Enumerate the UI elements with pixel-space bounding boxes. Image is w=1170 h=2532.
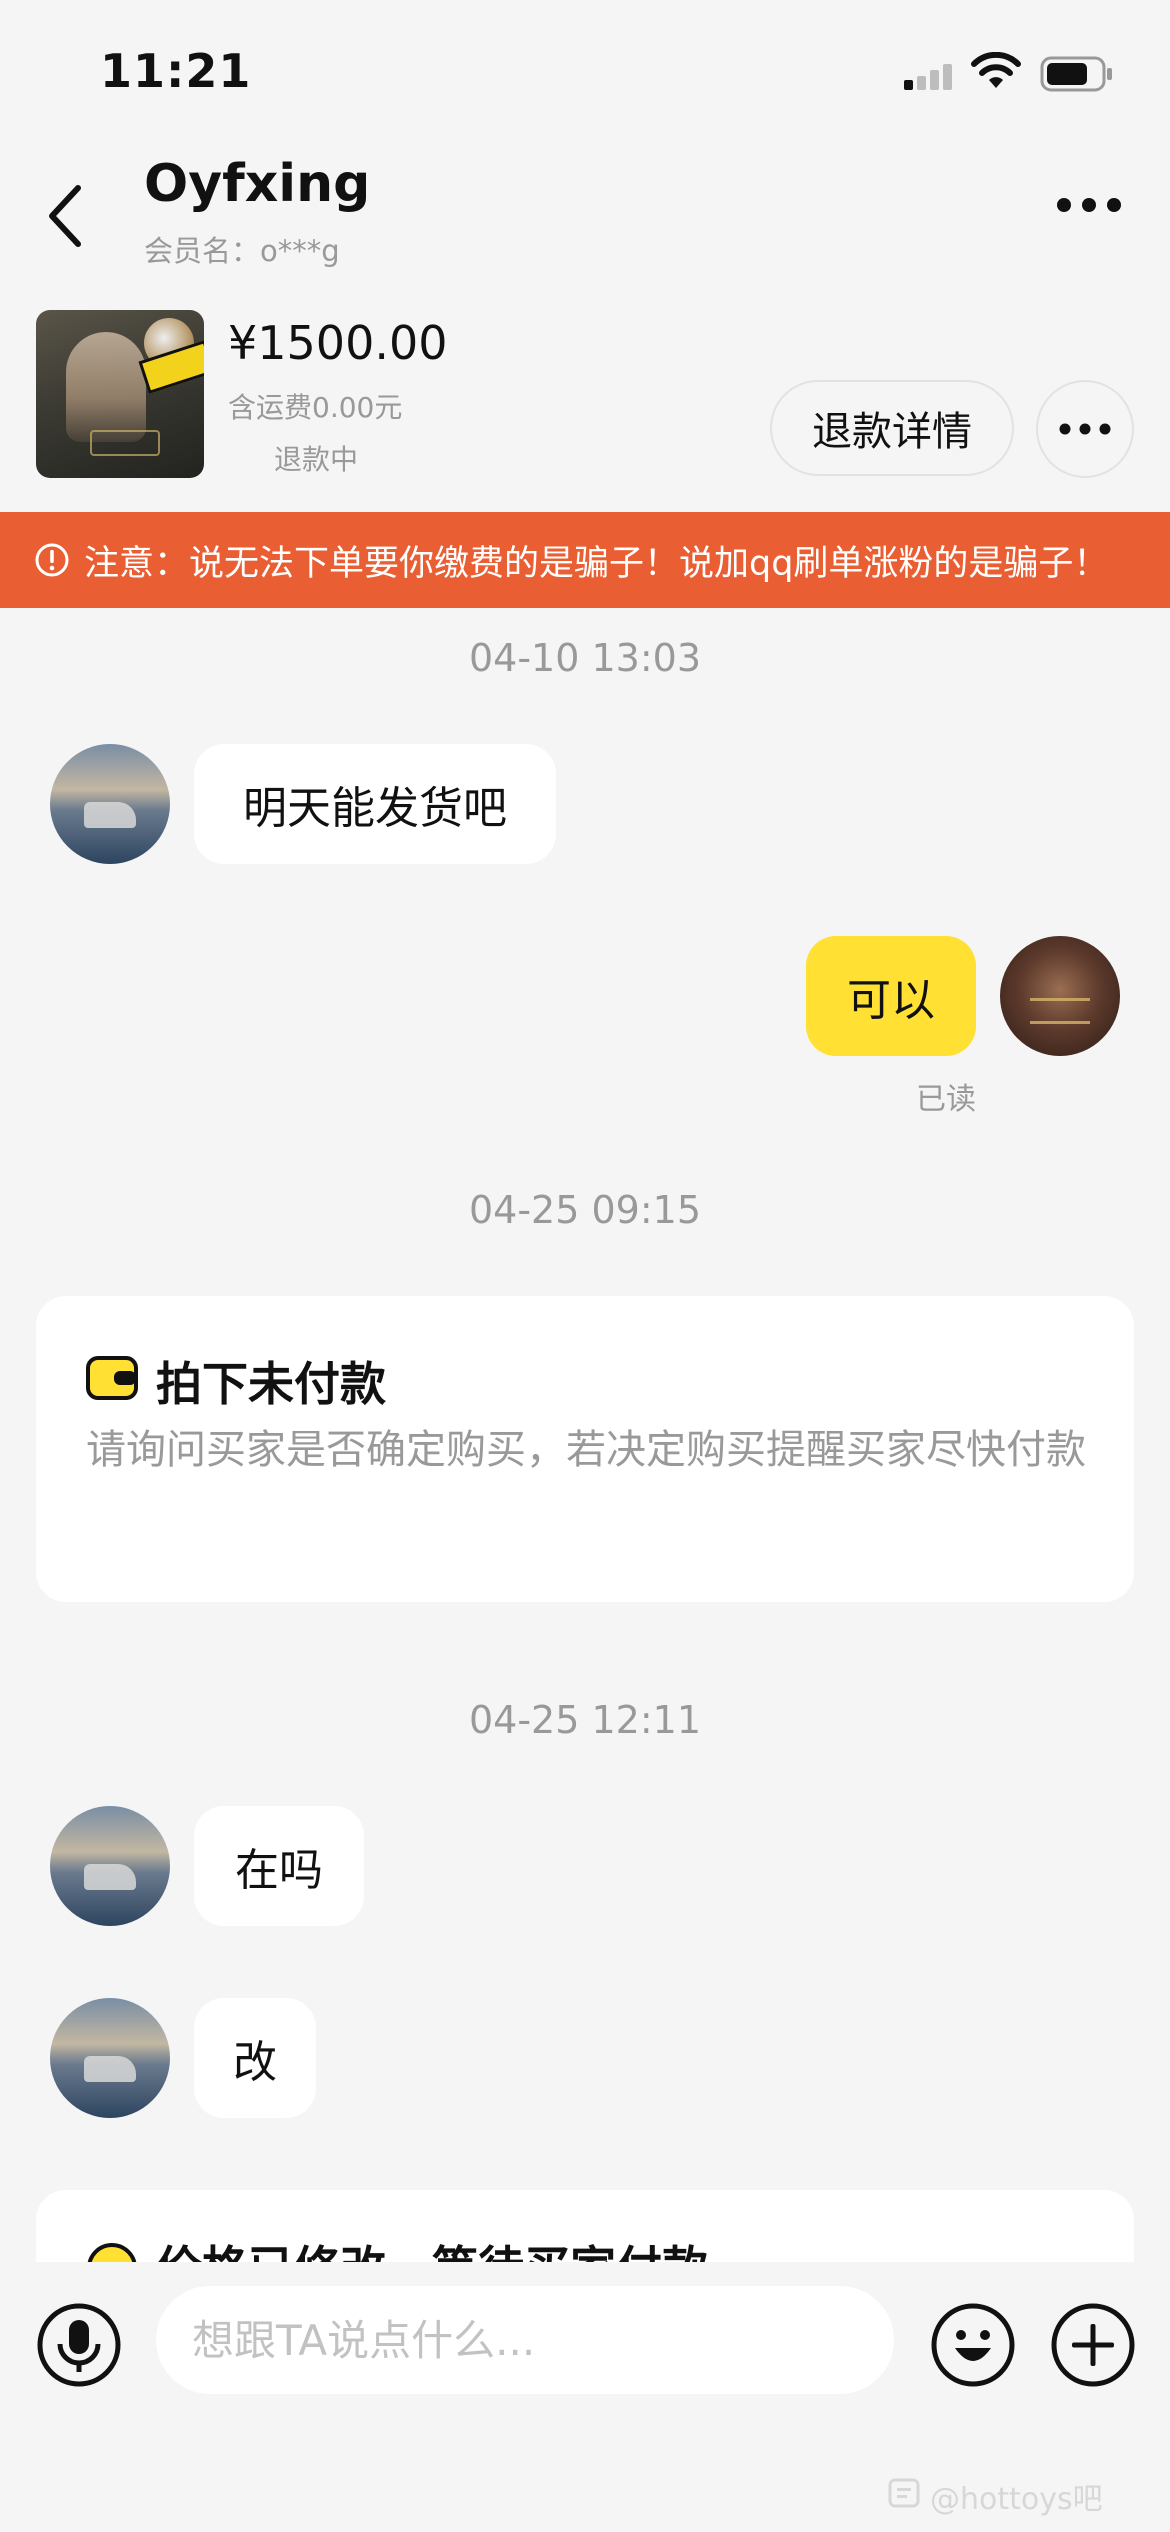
card-title: 拍下未付款 bbox=[156, 1357, 386, 1411]
more-options-icon bbox=[1059, 423, 1111, 435]
signal-icon bbox=[904, 64, 952, 90]
buyer-avatar[interactable] bbox=[50, 1998, 170, 2118]
member-name: 会员名：o***g bbox=[144, 234, 340, 268]
message-input[interactable] bbox=[156, 2286, 894, 2394]
message-bubble[interactable]: 改 bbox=[194, 1998, 316, 2118]
emoji-icon[interactable] bbox=[930, 2302, 1016, 2388]
status-bar: 11:21 bbox=[0, 0, 1170, 140]
watermark-text: @hottoys吧 bbox=[930, 2482, 1103, 2517]
product-more-button[interactable] bbox=[1036, 380, 1134, 478]
alert-icon bbox=[35, 543, 69, 577]
message-bubble[interactable]: 明天能发货吧 bbox=[194, 744, 556, 864]
buyer-avatar[interactable] bbox=[50, 1806, 170, 1926]
unpaid-order-card[interactable]: 拍下未付款 请询问买家是否确定购买，若决定购买提醒买家尽快付款 bbox=[36, 1296, 1134, 1602]
message-timestamp: 04-25 09:15 bbox=[468, 1188, 701, 1232]
microphone-icon[interactable] bbox=[36, 2302, 122, 2388]
wifi-icon bbox=[971, 52, 1021, 88]
shipping-fee: 含运费0.00元 bbox=[228, 391, 403, 424]
buyer-avatar[interactable] bbox=[50, 744, 170, 864]
read-receipt: 已读 bbox=[916, 1082, 976, 1117]
product-price: ¥1500.00 bbox=[228, 316, 448, 370]
message-timestamp: 04-10 13:03 bbox=[468, 636, 701, 680]
order-status: 退款中 bbox=[274, 443, 359, 476]
more-options-icon[interactable] bbox=[1056, 196, 1122, 214]
watermark-logo-icon bbox=[888, 2478, 920, 2508]
status-time: 11:21 bbox=[100, 44, 252, 98]
plus-icon[interactable] bbox=[1050, 2302, 1136, 2388]
card-description: 请询问买家是否确定购买，若决定购买提醒买家尽快付款 bbox=[86, 1427, 1086, 1473]
chat-header: Oyfxing 会员名：o***g bbox=[0, 140, 1170, 290]
product-card[interactable]: ¥1500.00 含运费0.00元 退款中 退款详情 bbox=[0, 290, 1170, 512]
back-arrow-icon[interactable] bbox=[44, 180, 88, 252]
message-bubble[interactable]: 在吗 bbox=[194, 1806, 364, 1926]
warning-text: 注意：说无法下单要你缴费的是骗子！说加qq刷单涨粉的是骗子！ bbox=[84, 543, 1109, 584]
message-bubble[interactable]: 可以 bbox=[806, 936, 976, 1056]
contact-name: Oyfxing bbox=[144, 154, 371, 214]
self-avatar[interactable] bbox=[1000, 936, 1120, 1056]
message-timestamp: 04-25 12:11 bbox=[468, 1698, 701, 1742]
battery-icon bbox=[1040, 56, 1112, 92]
wallet-icon bbox=[86, 1356, 138, 1400]
product-image[interactable] bbox=[36, 310, 204, 478]
fraud-warning-banner: 注意：说无法下单要你缴费的是骗子！说加qq刷单涨粉的是骗子！ bbox=[0, 512, 1170, 608]
refund-details-button[interactable]: 退款详情 bbox=[770, 380, 1014, 476]
